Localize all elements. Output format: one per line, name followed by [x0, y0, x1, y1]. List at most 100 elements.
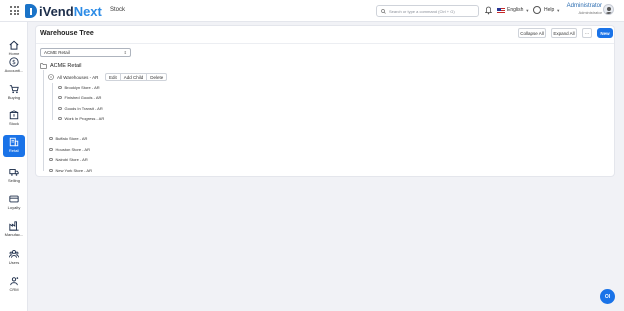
cart-icon: [9, 85, 19, 94]
sidebar: Home $ Accounti... Buying Stock Retail S…: [0, 22, 28, 311]
module-title: Stock: [110, 7, 126, 13]
sidebar-item-accounting[interactable]: $ Accounti...: [3, 55, 25, 77]
dollar-icon: $: [9, 57, 19, 67]
chevron-down-icon: ▼: [556, 7, 561, 13]
tree-node[interactable]: Work In Progress - AR: [58, 116, 104, 121]
leaf-node-icon: [58, 106, 62, 111]
tree-node-all-warehouses[interactable]: All Warehouses - AR: [48, 74, 98, 80]
page-title: Warehouse Tree: [40, 30, 94, 37]
delete-button[interactable]: Delete: [147, 74, 166, 80]
sidebar-item-retail[interactable]: Retail: [3, 135, 25, 157]
sidebar-item-label: Buying: [7, 95, 21, 100]
add-child-button[interactable]: Add Child: [121, 74, 148, 80]
tree-node[interactable]: Goods In Transit - AR: [58, 106, 103, 111]
chevron-down-icon: ▼: [525, 7, 530, 13]
sidebar-item-stock[interactable]: Stock: [3, 108, 25, 130]
sidebar-item-label: Stock: [8, 121, 19, 126]
tree-node-label: New York Store - AR: [55, 168, 92, 173]
home-icon: [9, 40, 19, 50]
edit-button[interactable]: Edit: [106, 74, 121, 80]
more-button[interactable]: ···: [582, 28, 592, 38]
tree-node[interactable]: Finished Goods - AR: [58, 95, 101, 100]
sidebar-item-users[interactable]: Users: [3, 247, 25, 269]
tree-root[interactable]: ACME Retail: [40, 63, 81, 69]
node-actions: Edit Add Child Delete: [105, 73, 168, 81]
tree-node-label: Buffalo Store - AR: [55, 136, 88, 141]
avatar[interactable]: [603, 4, 614, 15]
sidebar-item-manufacturing[interactable]: Manufac...: [3, 219, 25, 241]
logo[interactable]: iVend Next: [25, 3, 102, 19]
leaf-node-icon: [49, 147, 53, 152]
chat-button[interactable]: OI: [600, 289, 615, 304]
tree-node-label: All Warehouses - AR: [57, 74, 99, 80]
tree-node[interactable]: Brooklyn Store - AR: [58, 85, 100, 90]
tree-node-label: Houston Store - AR: [55, 147, 90, 152]
user-menu[interactable]: Administrator Administrator: [562, 3, 602, 15]
tree-node[interactable]: Houston Store - AR: [49, 147, 90, 152]
svg-text:$: $: [12, 60, 16, 66]
search-icon: [381, 8, 386, 14]
top-bar: iVend Next Stock Search or type a command…: [0, 0, 624, 22]
sidebar-item-selling[interactable]: Selling: [3, 165, 25, 187]
users-icon: [9, 250, 19, 258]
tree-node-label: Nairobi Store - AR: [55, 157, 88, 162]
search-placeholder: Search or type a command (Ctrl + G): [389, 8, 455, 14]
app-grid-icon[interactable]: [10, 6, 19, 15]
sidebar-item-crm[interactable]: CRM: [3, 274, 25, 296]
language-label: English: [507, 7, 524, 13]
leaf-node-icon: [49, 157, 53, 162]
collapse-all-button[interactable]: Collapse All: [518, 28, 546, 38]
sidebar-item-label: Users: [8, 260, 20, 265]
new-button[interactable]: New: [597, 28, 613, 38]
help-label: Help: [544, 7, 555, 13]
store-icon: [9, 137, 19, 147]
crm-icon: [10, 277, 19, 286]
user-name: Administrator: [566, 3, 602, 9]
sidebar-item-loyalty[interactable]: Loyalty: [3, 192, 25, 214]
sidebar-item-buying[interactable]: Buying: [3, 82, 25, 104]
tree-node[interactable]: Buffalo Store - AR: [49, 136, 87, 141]
tree-node[interactable]: Nairobi Store - AR: [49, 157, 88, 162]
help-menu[interactable]: Help ▼: [533, 6, 560, 14]
company-select-value: ACME Retail: [44, 50, 70, 55]
sidebar-item-label: Accounti...: [4, 68, 24, 73]
card-icon: [9, 195, 19, 203]
folder-icon: [40, 63, 47, 69]
truck-icon: [9, 169, 19, 176]
help-icon: [533, 6, 541, 14]
tree-root-label: ACME Retail: [50, 63, 82, 69]
sidebar-item-label: Loyalty: [7, 205, 21, 210]
tree-connector: [52, 83, 53, 120]
sidebar-item-label: Manufac...: [4, 232, 24, 237]
sidebar-item-label: CRM: [9, 287, 19, 292]
sidebar-item-label: Retail: [8, 148, 20, 153]
divider: [36, 43, 614, 44]
brand-name-part2: Next: [73, 3, 102, 19]
us-flag-icon: [497, 7, 505, 13]
user-role: Administrator: [578, 10, 602, 15]
main-content: Warehouse Tree Collapse All Expand All ·…: [35, 25, 615, 177]
leaf-node-icon: [58, 85, 62, 90]
logo-mark-icon: [25, 4, 37, 18]
leaf-node-icon: [49, 136, 53, 141]
company-select[interactable]: ACME Retail ⇕: [40, 48, 131, 57]
tree-node-label: Work In Progress - AR: [64, 116, 105, 121]
tree-node-label: Finished Goods - AR: [64, 95, 102, 100]
tree-connector: [43, 70, 44, 171]
folder-open-icon: [48, 74, 54, 80]
search-input[interactable]: Search or type a command (Ctrl + G): [376, 5, 479, 17]
bell-icon[interactable]: [485, 6, 492, 15]
leaf-node-icon: [58, 95, 62, 100]
leaf-node-icon: [49, 168, 53, 173]
sidebar-item-label: Selling: [7, 178, 20, 183]
tree-node-label: Brooklyn Store - AR: [64, 85, 100, 90]
tree-node-label: Goods In Transit - AR: [64, 106, 103, 111]
language-selector[interactable]: English ▼: [497, 7, 529, 13]
leaf-node-icon: [58, 116, 62, 121]
select-arrows-icon: ⇕: [123, 50, 127, 55]
brand-name-part1: iVend: [39, 3, 74, 19]
box-icon: [9, 110, 19, 120]
tree-node[interactable]: New York Store - AR: [49, 168, 92, 173]
factory-icon: [9, 221, 19, 231]
expand-all-button[interactable]: Expand All: [551, 28, 577, 38]
